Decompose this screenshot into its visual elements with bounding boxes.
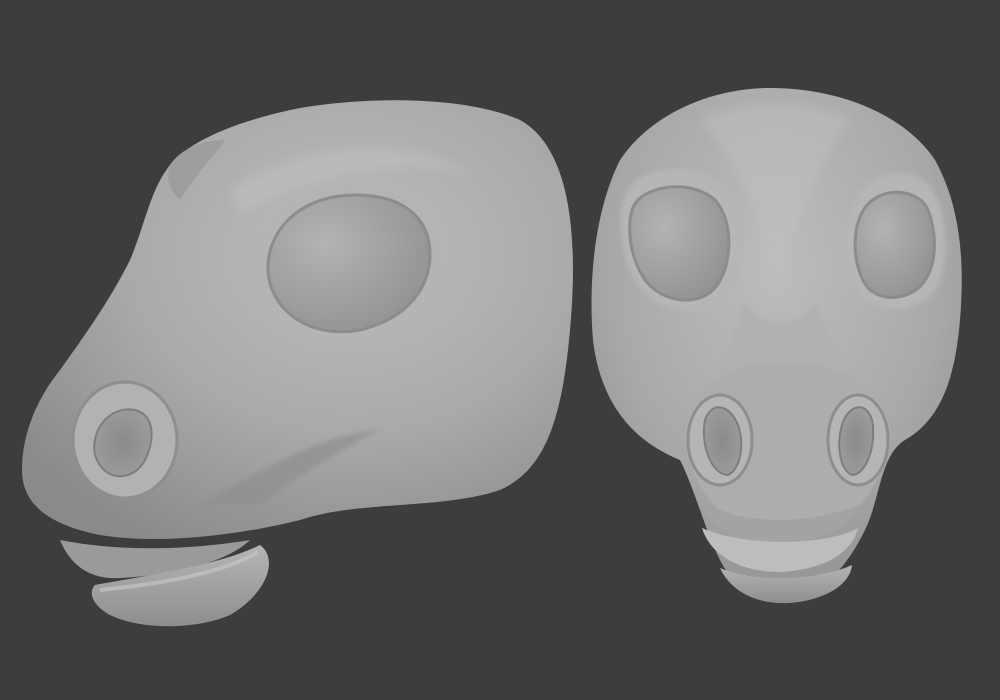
render-canvas: [0, 0, 1000, 700]
sculpt-viewport[interactable]: [0, 0, 1000, 700]
front-right-eye-hole: [853, 190, 936, 299]
